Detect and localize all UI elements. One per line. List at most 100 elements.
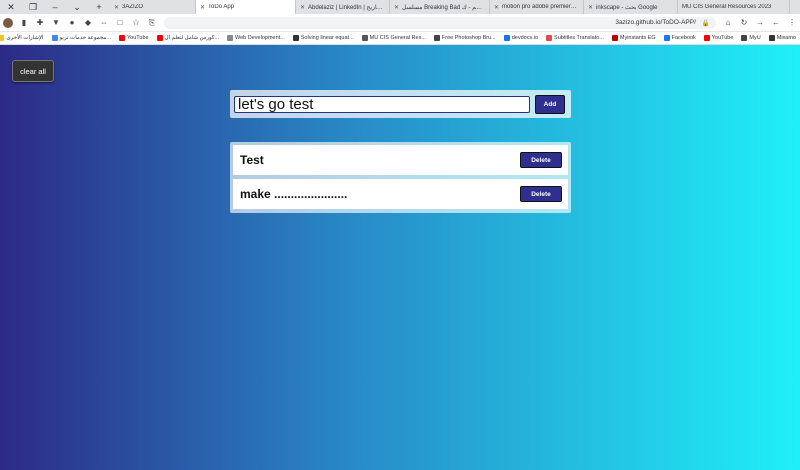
tab-search-icon[interactable]: ⌄ [66,2,88,13]
home-icon[interactable]: ⌂ [721,16,735,30]
bookmark-myinstants[interactable]: Myinstants EG [608,35,660,41]
todo-list: Test Delete make ...................... … [230,142,571,213]
delete-button[interactable]: Delete [520,152,562,168]
bookmark-label: مجموعة خدمات تربو... [59,35,111,41]
share-icon[interactable]: ⎘ [145,16,159,30]
bookmark-favicon-icon [51,35,58,41]
bookmark-facebook[interactable]: Facebook [660,35,700,41]
tab-inkscape[interactable]: ✕ inkscape - بحث Google [584,0,678,14]
extension-badge-icon[interactable]: ◆ [81,16,95,30]
bookmark-favicon-icon [663,35,670,41]
bookmark-myu[interactable]: MyU [737,35,764,41]
extensions-icon[interactable]: ✚ [33,16,47,30]
close-tab-icon[interactable]: ✕ [588,4,593,11]
bookmark-favicon-icon [741,35,748,41]
bookmark-label: devdocs.io [511,35,539,41]
bookmark-label: Web Development... [235,35,285,41]
bookmark-mixamo[interactable]: Mixamo [765,35,800,41]
tab-title: Abdelaziz | LinkedIn | الشهاريح [308,4,385,11]
todo-page: clear all Add Test Delete make .........… [0,45,800,470]
bookmark-subtitles[interactable]: Subtitles Translato... [542,35,608,41]
bookmark-star-icon[interactable]: ☆ [129,16,143,30]
close-tab-icon[interactable]: ✕ [114,4,119,11]
bookmark-label: Mixamo [776,35,796,41]
close-tab-icon[interactable]: ✕ [200,4,205,11]
extension-circle-icon[interactable]: ● [65,16,79,30]
todo-item: Test Delete [233,145,568,175]
close-window-icon[interactable]: ✕ [0,2,22,13]
forward-icon[interactable]: → [753,16,767,30]
tab-title: motion pro adobe premiere - ... [502,4,579,10]
bookmark-arabic-services[interactable]: مجموعة خدمات تربو... [48,35,115,41]
bookmark-favicon-icon [703,35,710,41]
bookmark-label: Myinstants EG [619,35,656,41]
close-tab-icon[interactable]: ✕ [494,4,499,11]
add-todo-panel: Add [230,90,571,118]
bookmark-label: Facebook [671,35,696,41]
bookmark-other-folder[interactable]: الإشارات الأخرى [0,35,48,41]
profile-avatar[interactable] [3,17,13,28]
bookmark-youtube[interactable]: YouTube [115,35,153,41]
clear-all-button[interactable]: clear all [12,60,54,82]
bookmark-favicon-icon [292,35,299,41]
todo-text: Test [240,153,264,167]
bookmark-label: YouTube [127,35,149,41]
tab-linkedin[interactable]: ✕ Abdelaziz | LinkedIn | الشهاريح [296,0,390,14]
bookmark-arabic-course[interactable]: كورس شامل لتعلم ال... [153,35,223,41]
todo-item: make ...................... Delete [233,179,568,209]
bookmark-label: MU CIS General Res... [369,35,426,41]
bookmark-label: MyU [749,35,761,41]
tab-3azizo[interactable]: ✕ 3AZIZO [110,0,196,14]
todo-text: make ...................... [240,187,348,201]
sidebar-icon[interactable]: ▮ [17,16,31,30]
lock-icon: 🔒 [701,19,710,27]
bookmark-label: Subtitles Translato... [554,35,604,41]
tab-title: inkscape - بحث Google [596,4,658,11]
tab-mu-cis[interactable]: MU CIS General Resources 2023 [678,0,790,14]
reload-icon[interactable]: ↻ [737,16,751,30]
address-bar[interactable]: 3azizo.github.io/ToDO-APP/ 🔒 [164,16,716,29]
bookmark-favicon-icon [156,35,163,41]
bookmark-mu-cis[interactable]: MU CIS General Res... [358,35,430,41]
bookmark-favicon-icon [546,35,553,41]
bookmark-web-development[interactable]: Web Development... [223,35,289,41]
bookmark-youtube[interactable]: YouTube [700,35,738,41]
tab-todo-app[interactable]: ✕ ToDo App [196,0,296,14]
close-tab-icon[interactable]: ✕ [300,4,305,11]
filter-icon[interactable]: ▼ [49,16,63,30]
tab-title: ToDo App [208,4,235,10]
folder-icon [0,35,5,41]
minimize-window-icon[interactable]: – [44,2,66,12]
bookmark-linear-equations[interactable]: Solving linear equat... [289,35,358,41]
bookmark-photoshop[interactable]: Free Photoshop Bru... [430,35,500,41]
bookmark-label: YouTube [711,35,734,41]
tab-title: 3AZIZO [122,4,144,10]
tab-strip: ✕ ❐ – ⌄ + ✕ 3AZIZO ✕ ToDo App ✕ Abdelazi… [0,0,800,14]
bookmark-devdocs[interactable]: devdocs.io [500,35,542,41]
tab-title: مسلسل Breaking Bad مترجم - ك... [402,4,485,11]
extension-square-icon[interactable]: □ [113,16,127,30]
code-icon[interactable]: ⇔ [97,16,111,30]
add-button[interactable]: Add [535,95,565,114]
menu-icon[interactable]: ⋮ [785,16,799,30]
todo-input[interactable] [234,96,530,113]
bookmark-label: الإشارات الأخرى [6,35,44,41]
back-icon[interactable]: ← [769,16,783,30]
url-text: 3azizo.github.io/ToDO-APP/ [615,19,696,26]
new-tab-icon[interactable]: + [88,2,110,12]
close-tab-icon[interactable]: ✕ [394,4,399,11]
bookmark-label: Solving linear equat... [300,35,354,41]
restore-window-icon[interactable]: ❐ [22,2,44,13]
tab-title: MU CIS General Resources 2023 [682,4,772,10]
bookmark-favicon-icon [503,35,510,41]
bookmarks-bar: Mixamo MyU YouTube Facebook Myinstants E… [0,32,800,45]
bookmark-favicon-icon [433,35,440,41]
tab-motion-pro[interactable]: ✕ motion pro adobe premiere - ... [490,0,584,14]
bookmark-favicon-icon [227,35,234,41]
bookmark-label: Free Photoshop Bru... [441,35,496,41]
delete-button[interactable]: Delete [520,186,562,202]
tab-breaking-bad[interactable]: ✕ مسلسل Breaking Bad مترجم - ك... [390,0,490,14]
window-controls: ✕ ❐ – ⌄ + [0,0,110,14]
bookmark-favicon-icon [611,35,618,41]
bookmark-favicon-icon [119,35,125,41]
